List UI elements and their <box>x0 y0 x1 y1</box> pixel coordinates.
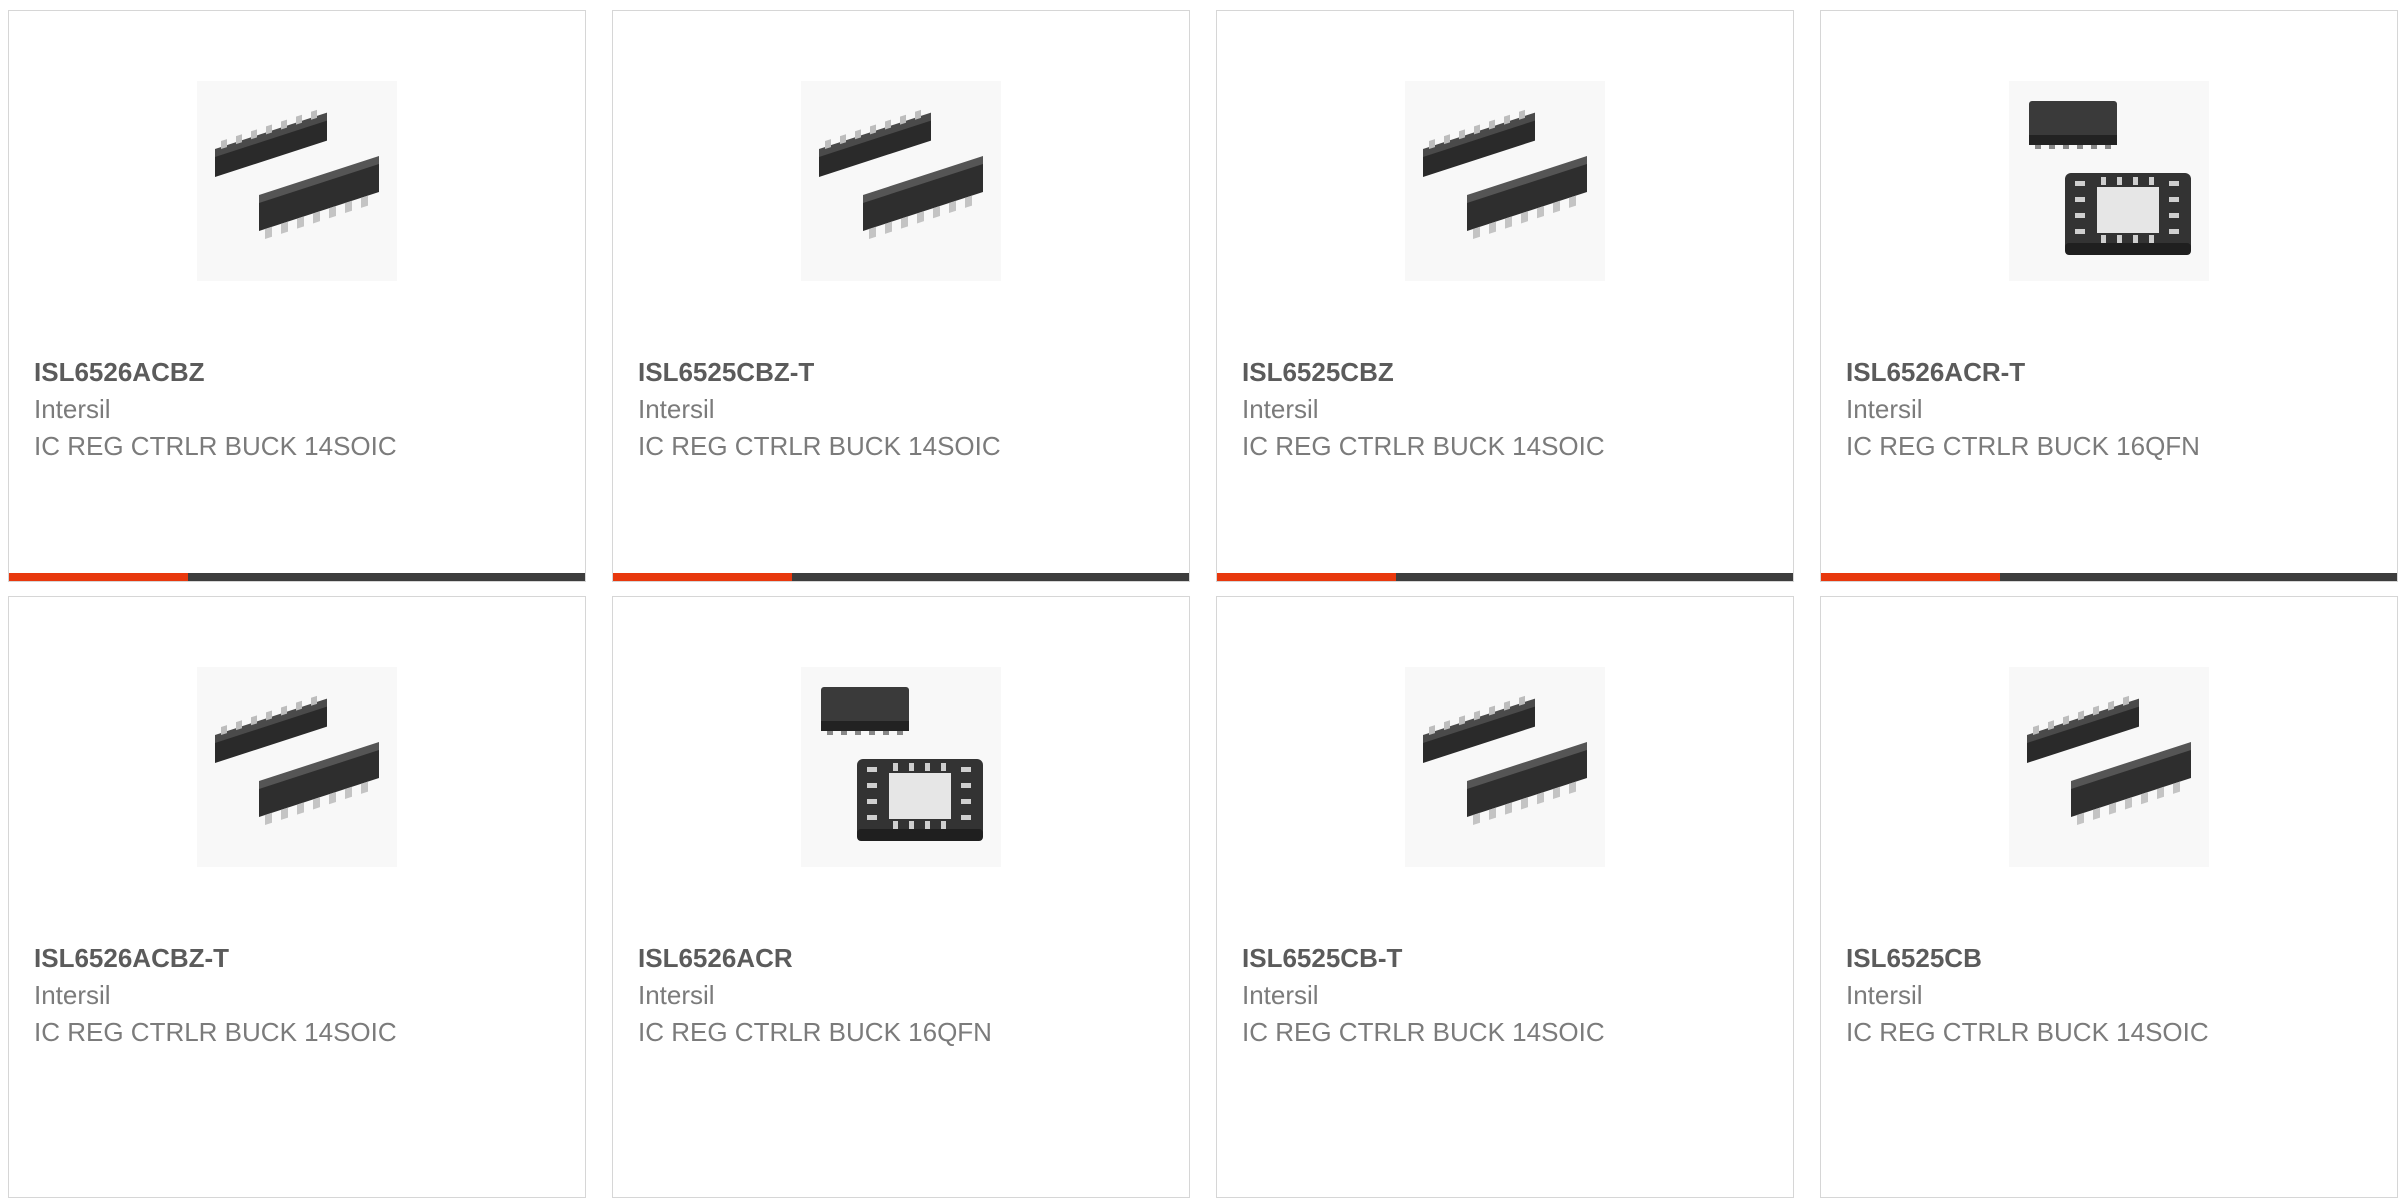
soic-14-package-icon[interactable] <box>197 667 397 867</box>
product-info: ISL6526ACR Intersil IC REG CTRLR BUCK 16… <box>638 939 1169 1051</box>
product-grid: ISL6526ACBZ Intersil IC REG CTRLR BUCK 1… <box>8 10 2400 1198</box>
part-number[interactable]: ISL6526ACBZ-T <box>34 939 565 977</box>
product-info: ISL6525CB-T Intersil IC REG CTRLR BUCK 1… <box>1242 939 1773 1051</box>
progress-bar <box>613 573 1189 581</box>
description: IC REG CTRLR BUCK 14SOIC <box>1242 1017 1605 1047</box>
soic-14-package-icon[interactable] <box>2009 667 2209 867</box>
progress-bar <box>9 573 585 581</box>
part-number[interactable]: ISL6525CB <box>1846 939 2377 977</box>
description: IC REG CTRLR BUCK 14SOIC <box>34 1017 397 1047</box>
part-number[interactable]: ISL6525CBZ-T <box>638 353 1169 391</box>
progress-bar <box>1217 573 1793 581</box>
description: IC REG CTRLR BUCK 14SOIC <box>1242 431 1605 461</box>
description: IC REG CTRLR BUCK 14SOIC <box>1846 1017 2209 1047</box>
part-number[interactable]: ISL6526ACBZ <box>34 353 565 391</box>
product-info: ISL6525CBZ Intersil IC REG CTRLR BUCK 14… <box>1242 353 1773 465</box>
product-card[interactable]: ISL6525CB Intersil IC REG CTRLR BUCK 14S… <box>1820 596 2398 1198</box>
product-info: ISL6525CB Intersil IC REG CTRLR BUCK 14S… <box>1846 939 2377 1051</box>
progress-fill <box>9 573 188 581</box>
product-info: ISL6526ACBZ Intersil IC REG CTRLR BUCK 1… <box>34 353 565 465</box>
manufacturer: Intersil <box>34 394 111 424</box>
soic-14-package-icon[interactable] <box>801 81 1001 281</box>
part-number[interactable]: ISL6525CB-T <box>1242 939 1773 977</box>
product-card[interactable]: ISL6525CBZ-T Intersil IC REG CTRLR BUCK … <box>612 10 1190 582</box>
progress-fill <box>613 573 792 581</box>
soic-14-package-icon[interactable] <box>197 81 397 281</box>
part-number[interactable]: ISL6525CBZ <box>1242 353 1773 391</box>
progress-bar <box>1821 573 2397 581</box>
progress-fill <box>1217 573 1396 581</box>
soic-14-package-icon[interactable] <box>1405 667 1605 867</box>
product-card[interactable]: ISL6526ACR-T Intersil IC REG CTRLR BUCK … <box>1820 10 2398 582</box>
product-card[interactable]: ISL6525CBZ Intersil IC REG CTRLR BUCK 14… <box>1216 10 1794 582</box>
manufacturer: Intersil <box>638 394 715 424</box>
qfn-16-package-icon[interactable] <box>801 667 1001 867</box>
product-info: ISL6525CBZ-T Intersil IC REG CTRLR BUCK … <box>638 353 1169 465</box>
manufacturer: Intersil <box>1846 394 1923 424</box>
soic-14-package-icon[interactable] <box>1405 81 1605 281</box>
qfn-16-package-icon[interactable] <box>2009 81 2209 281</box>
progress-fill <box>1821 573 2000 581</box>
product-card[interactable]: ISL6526ACR Intersil IC REG CTRLR BUCK 16… <box>612 596 1190 1198</box>
manufacturer: Intersil <box>34 980 111 1010</box>
description: IC REG CTRLR BUCK 14SOIC <box>638 431 1001 461</box>
description: IC REG CTRLR BUCK 14SOIC <box>34 431 397 461</box>
manufacturer: Intersil <box>1242 394 1319 424</box>
product-info: ISL6526ACR-T Intersil IC REG CTRLR BUCK … <box>1846 353 2377 465</box>
part-number[interactable]: ISL6526ACR <box>638 939 1169 977</box>
manufacturer: Intersil <box>1242 980 1319 1010</box>
product-card[interactable]: ISL6525CB-T Intersil IC REG CTRLR BUCK 1… <box>1216 596 1794 1198</box>
description: IC REG CTRLR BUCK 16QFN <box>638 1017 992 1047</box>
product-card[interactable]: ISL6526ACBZ-T Intersil IC REG CTRLR BUCK… <box>8 596 586 1198</box>
manufacturer: Intersil <box>638 980 715 1010</box>
product-info: ISL6526ACBZ-T Intersil IC REG CTRLR BUCK… <box>34 939 565 1051</box>
part-number[interactable]: ISL6526ACR-T <box>1846 353 2377 391</box>
manufacturer: Intersil <box>1846 980 1923 1010</box>
product-card[interactable]: ISL6526ACBZ Intersil IC REG CTRLR BUCK 1… <box>8 10 586 582</box>
description: IC REG CTRLR BUCK 16QFN <box>1846 431 2200 461</box>
